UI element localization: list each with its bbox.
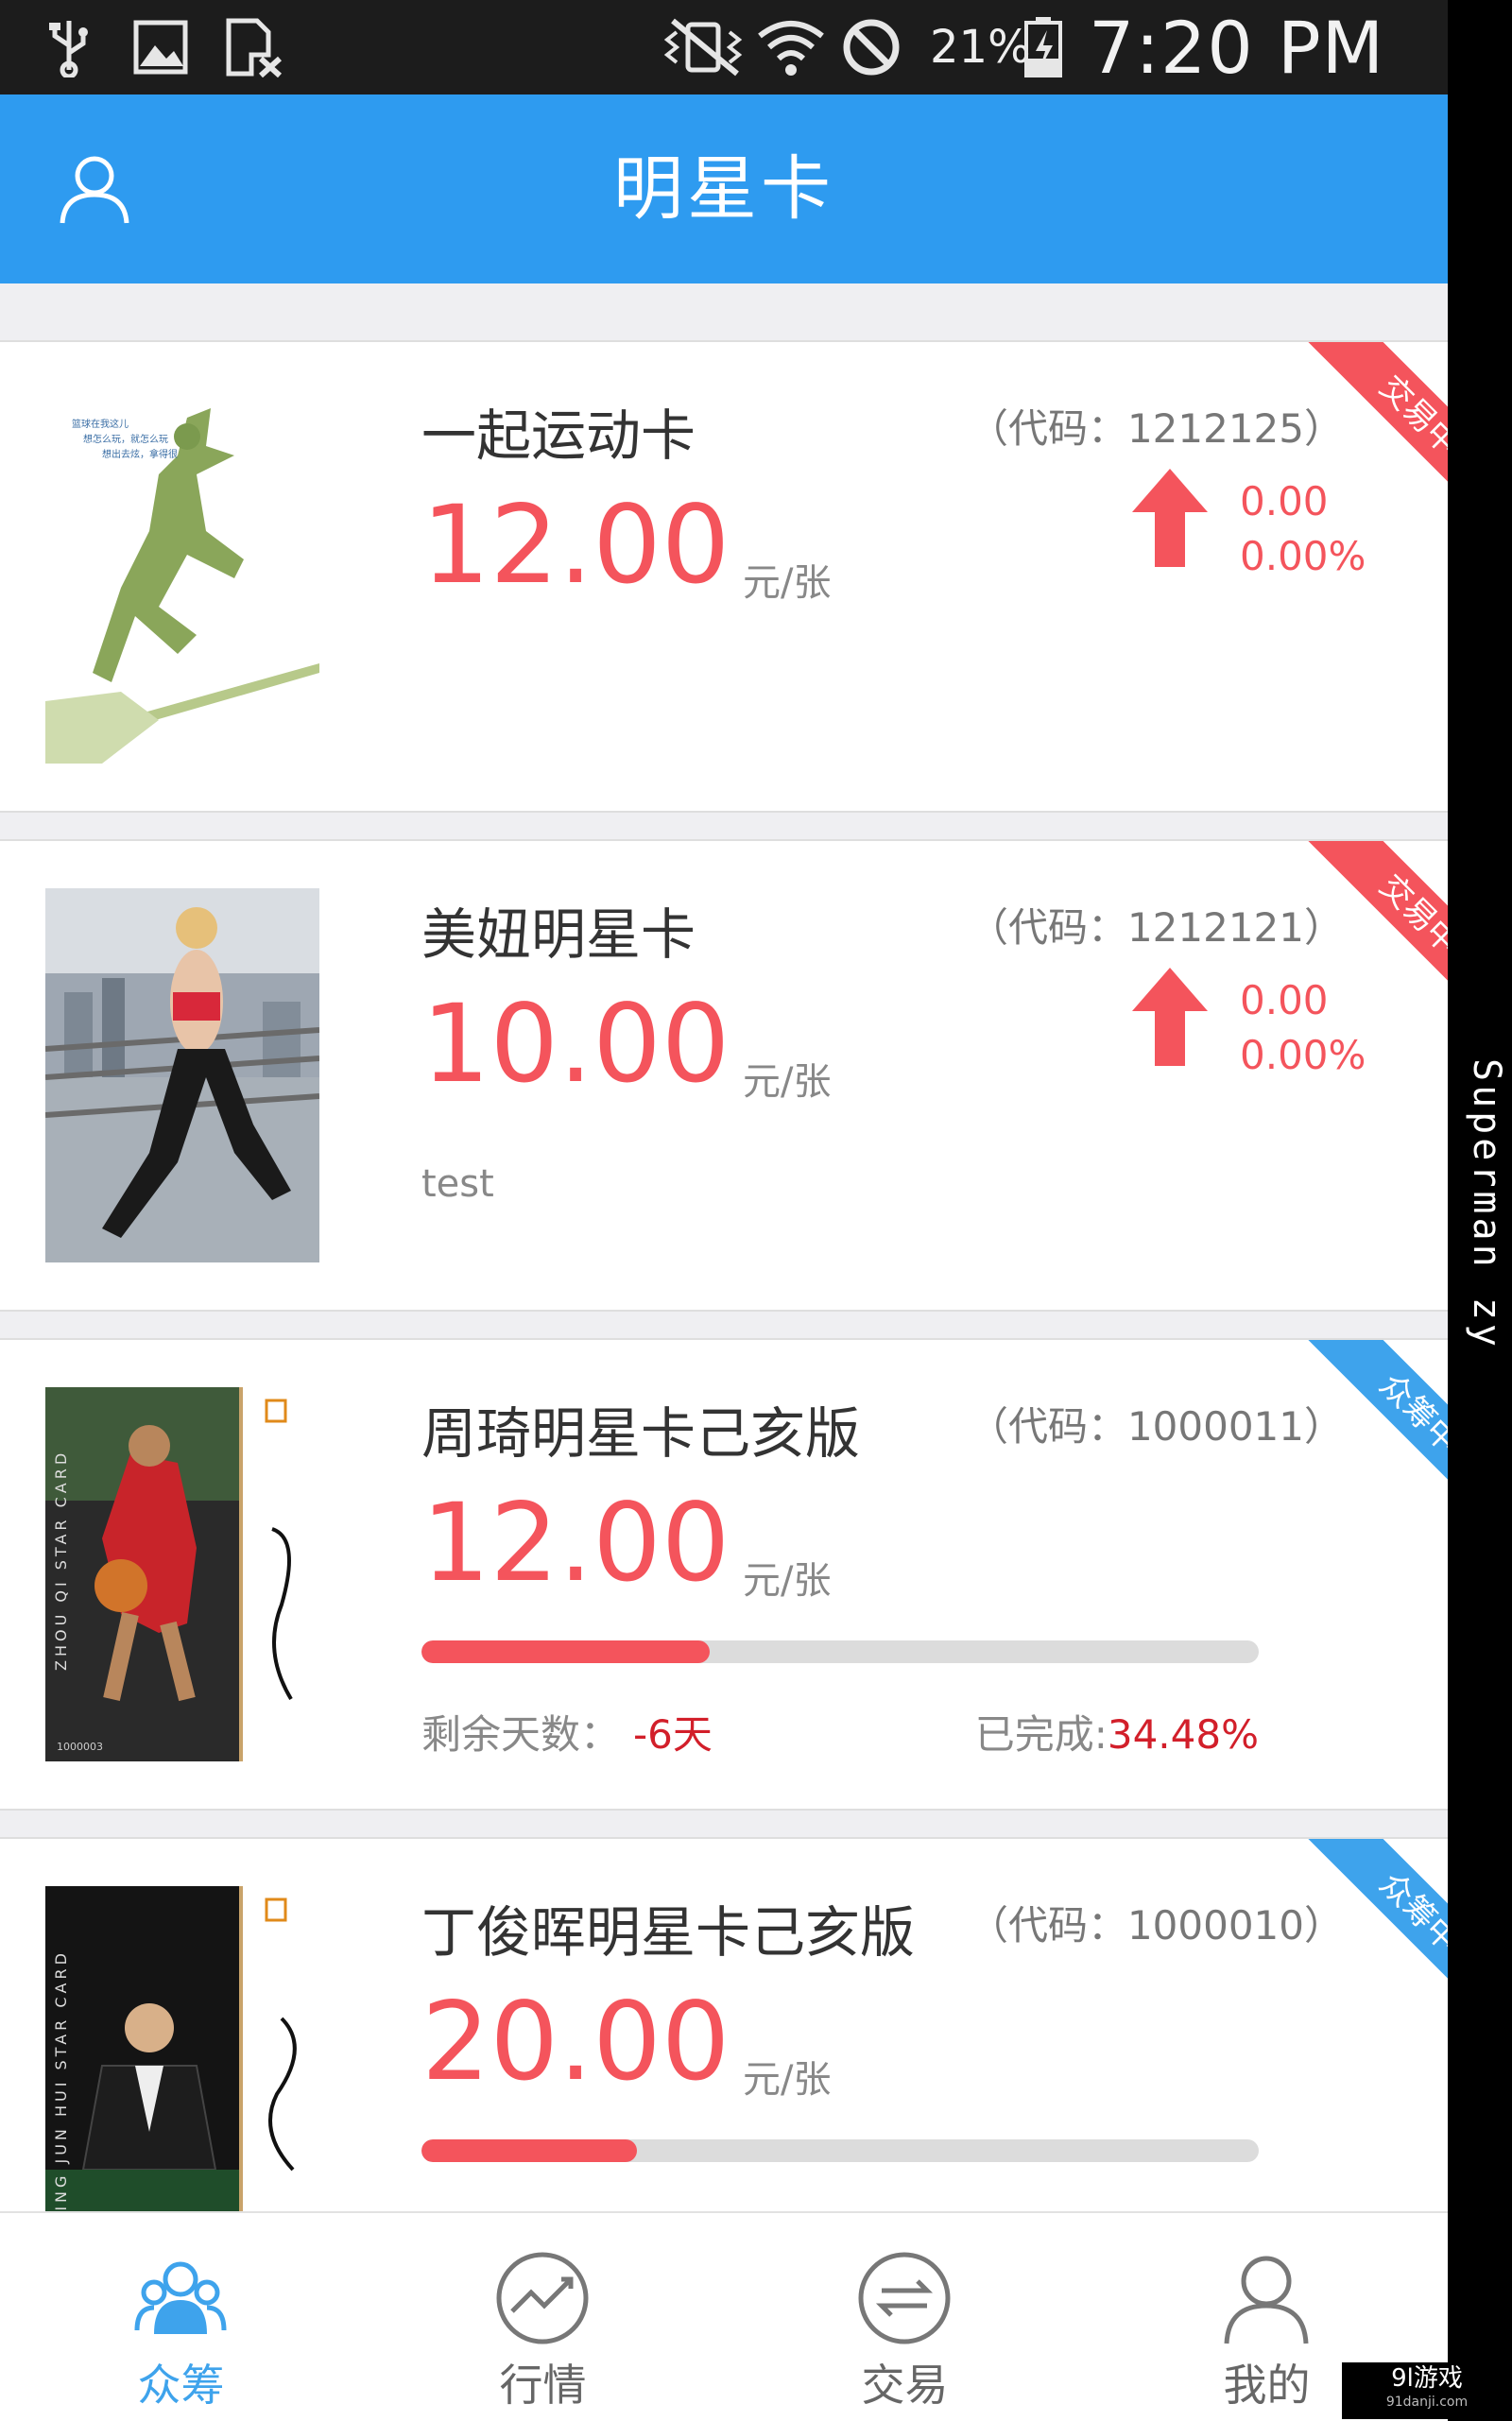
remaining-days: 剩余天数： -6天 xyxy=(421,1703,713,1760)
page-title: 明星卡 xyxy=(613,148,834,230)
status-badge-label: 众筹中 xyxy=(1300,1839,1448,2028)
card-name: 周琦明星卡己亥版 xyxy=(421,1401,861,1466)
card-name: 一起运动卡 xyxy=(421,404,696,468)
card-thumbnail: DING JUN HUI STAR CARD xyxy=(45,1886,319,2211)
tab-label: 众筹 xyxy=(137,2360,225,2411)
sim-off-icon xyxy=(226,18,283,77)
status-badge: 众筹中 xyxy=(1259,1340,1448,1529)
svg-text:篮球在我这儿: 篮球在我这儿 xyxy=(72,418,129,430)
list-item[interactable]: ZHOU QI STAR CARD 1000003 周琦明星卡己亥版 （代码：1… xyxy=(0,1338,1448,1811)
change-percent: 0.00% xyxy=(1240,1032,1366,1078)
tab-trade[interactable]: 交易 xyxy=(724,2213,1086,2421)
card-note: test xyxy=(421,1162,494,1206)
status-badge-label: 交易中 xyxy=(1300,342,1448,531)
list-item[interactable]: 篮球在我这儿 想怎么玩，就怎么玩 想出去炫，拿得很 一起运动卡 （代码：1212… xyxy=(0,340,1448,813)
price-unit: 元/张 xyxy=(743,561,832,605)
corner-logo-sub: 91danji.com xyxy=(1385,2395,1469,2410)
tab-crowdfund[interactable]: 众筹 xyxy=(0,2213,362,2421)
remaining-days-label: 剩余天数： xyxy=(421,1711,621,1758)
corner-logo: 9l游戏 91danji.com xyxy=(1342,2362,1512,2419)
list-item[interactable]: 美妞明星卡 （代码：1212121） 10.00 元/张 0.00 0.00% … xyxy=(0,839,1448,1312)
completion: 已完成:34.48% xyxy=(975,1703,1259,1760)
image-icon xyxy=(133,20,188,75)
price-unit: 元/张 xyxy=(743,1559,832,1603)
completion-value: 34.48% xyxy=(1107,1711,1259,1758)
status-badge-label: 众筹中 xyxy=(1300,1340,1448,1529)
card-thumbnail xyxy=(45,888,319,1262)
app-header: 明星卡 xyxy=(0,94,1448,283)
vibrate-icon xyxy=(663,18,743,77)
card-price: 12.00 xyxy=(421,1480,730,1605)
remaining-days-value: -6天 xyxy=(633,1711,713,1758)
tab-market[interactable]: 行情 xyxy=(362,2213,724,2421)
change-percent: 0.00% xyxy=(1240,533,1366,579)
card-thumbnail: ZHOU QI STAR CARD 1000003 xyxy=(45,1387,319,1761)
card-price: 20.00 xyxy=(421,1979,730,2104)
crowdfund-icon xyxy=(134,2261,227,2334)
bottom-nav: 众筹 行情 交易 我的 xyxy=(0,2211,1448,2421)
corner-logo-text: 9l游戏 xyxy=(1391,2364,1463,2393)
tab-label: 行情 xyxy=(499,2360,587,2411)
clock: 7:20 PM xyxy=(1089,6,1385,90)
funding-progress-fill xyxy=(421,1640,711,1663)
status-badge: 众筹中 xyxy=(1259,1839,1448,2028)
profile-icon xyxy=(1224,2256,1309,2344)
wifi-icon xyxy=(758,21,824,76)
card-list[interactable]: 篮球在我这儿 想怎么玩，就怎么玩 想出去炫，拿得很 一起运动卡 （代码：1212… xyxy=(0,283,1448,2211)
card-price: 12.00 xyxy=(421,482,730,608)
exchange-icon xyxy=(858,2252,951,2344)
status-badge: 交易中 xyxy=(1259,342,1448,531)
svg-text:想怎么玩，就怎么玩: 想怎么玩，就怎么玩 xyxy=(83,433,168,445)
tab-label: 交易 xyxy=(861,2360,949,2411)
svg-text:想出去炫，拿得很: 想出去炫，拿得很 xyxy=(102,448,178,460)
card-serial: 1000003 xyxy=(57,1741,103,1753)
battery-percent: 21% xyxy=(930,21,1031,74)
price-up-icon xyxy=(1132,968,1208,1066)
card-name: 丁俊晖明星卡己亥版 xyxy=(421,1900,916,1965)
list-item[interactable]: DING JUN HUI STAR CARD 丁俊晖明星卡己亥版 （代码：100… xyxy=(0,1837,1448,2211)
status-badge-label: 交易中 xyxy=(1300,841,1448,1030)
usb-icon xyxy=(49,21,88,77)
status-bar: 21% 7:20 PM xyxy=(0,0,1448,94)
price-up-icon xyxy=(1132,469,1208,567)
price-unit: 元/张 xyxy=(743,2058,832,2102)
card-vertical-text: DING JUN HUI STAR CARD xyxy=(52,1949,70,2211)
card-vertical-text: ZHOU QI STAR CARD xyxy=(52,1450,70,1671)
block-icon xyxy=(843,19,900,76)
completion-label: 已完成: xyxy=(974,1711,1108,1758)
card-price: 10.00 xyxy=(421,981,730,1107)
funding-progress-fill xyxy=(421,2139,637,2162)
market-chart-icon xyxy=(496,2252,589,2344)
funding-progress-bar xyxy=(421,1640,1259,1663)
battery-charging-icon xyxy=(1024,17,1062,77)
funding-progress-bar xyxy=(421,2139,1259,2162)
status-badge: 交易中 xyxy=(1259,841,1448,1030)
price-unit: 元/张 xyxy=(743,1060,832,1104)
card-name: 美妞明星卡 xyxy=(421,902,696,967)
watermark: Superman zy xyxy=(1465,1058,1508,1350)
card-thumbnail: 篮球在我这儿 想怎么玩，就怎么玩 想出去炫，拿得很 xyxy=(45,389,319,764)
